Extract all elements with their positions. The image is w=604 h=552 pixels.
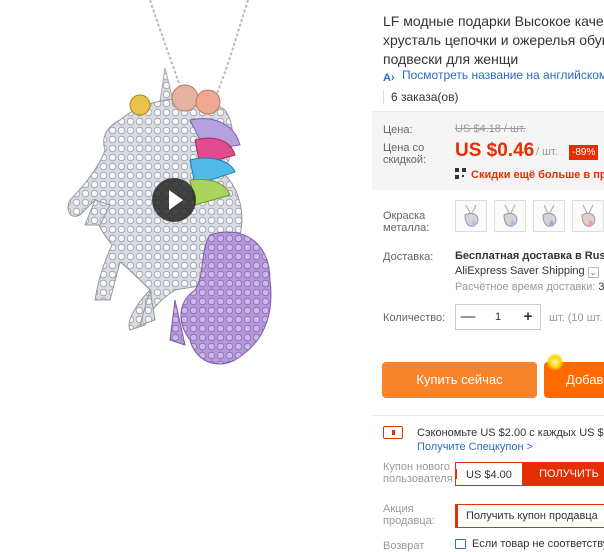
shipping-label: Доставка: xyxy=(383,251,434,263)
new-user-coupon-label: Купон нового пользователя xyxy=(383,461,453,485)
get-coupon-button[interactable]: ПОЛУЧИТЬ xyxy=(522,463,604,485)
divider xyxy=(372,415,604,416)
delivery-estimate-value: 34 xyxy=(598,281,604,293)
return-icon xyxy=(455,539,466,549)
quantity-decrease-button[interactable]: — xyxy=(456,305,480,329)
price-label: Цена: xyxy=(383,124,413,136)
new-user-coupon: US $4.00 ПОЛУЧИТЬ xyxy=(455,462,604,486)
shipping-destination: Бесплатная доставка в Russi xyxy=(455,250,604,262)
buy-now-button[interactable]: Купить сейчас xyxy=(382,362,537,398)
coupon-savings-text: Сэкономьте US $2.00 с каждых US $15. xyxy=(417,427,604,439)
price-box: Цена: US $4.18 / шт. Цена со скидкой: US… xyxy=(372,111,604,190)
unicorn-pendant-illustration xyxy=(67,0,272,365)
discount-badge: -89% xyxy=(569,145,599,160)
quantity-increase-button[interactable]: + xyxy=(516,305,540,329)
price-unit: / шт. xyxy=(536,146,558,158)
product-image[interactable] xyxy=(0,0,370,552)
title-line: подвески для женщи xyxy=(383,51,519,67)
product-title: LF модные подарки Высокое качество хруст… xyxy=(383,12,604,69)
quantity-input[interactable] xyxy=(480,307,516,327)
translate-icon: A› xyxy=(383,72,395,84)
title-line: хрусталь цепочки и ожерелья обувь xyxy=(383,32,604,48)
metal-color-label: Окраска металла: xyxy=(383,210,430,234)
shipping-method[interactable]: AliExpress Saver Shipping ⌄ xyxy=(455,265,599,278)
discount-price-label: Цена со скидкой: xyxy=(383,142,427,166)
product-page: LF модные подарки Высокое качество хруст… xyxy=(0,0,604,552)
color-option-thumb[interactable] xyxy=(572,200,604,232)
delivery-estimate: Расчётное время доставки: 34 xyxy=(455,281,604,293)
shipping-method-label: AliExpress Saver Shipping xyxy=(455,265,585,277)
original-price: US $4.18 / шт. xyxy=(455,123,526,135)
translate-link[interactable]: A› Посмотреть название на английском xyxy=(383,68,604,84)
orders-count: 6 заказа(ов) xyxy=(383,90,458,104)
return-policy-text: Если товар не соответствует xyxy=(472,538,604,550)
coupon-amount: US $4.00 xyxy=(466,469,512,481)
coupon-icon xyxy=(383,426,403,439)
quantity-label: Количество: xyxy=(383,312,446,324)
seller-coupon-select[interactable]: Получить купон продавца⌄ xyxy=(455,504,604,528)
color-option-thumb[interactable] xyxy=(455,200,487,232)
play-icon[interactable] xyxy=(152,178,196,222)
quantity-stepper: — + xyxy=(455,304,541,330)
seller-promo-label: Акция продавца: xyxy=(383,503,435,527)
discounted-price: US $0.46 xyxy=(455,140,535,161)
chevron-down-icon[interactable]: ⌄ xyxy=(587,267,599,278)
return-label: Возврат xyxy=(383,540,425,552)
title-line: LF модные подарки Высокое качество xyxy=(383,13,604,29)
app-promo-link[interactable]: Скидки ещё больше в прил xyxy=(455,168,604,181)
quantity-note: шт. (10 шт. - xyxy=(549,312,604,324)
color-option-thumb[interactable] xyxy=(494,200,526,232)
translate-link-label: Посмотреть название на английском xyxy=(402,68,604,82)
product-info-panel: LF модные подарки Высокое качество хруст… xyxy=(372,0,604,552)
get-special-coupon-link[interactable]: Получите Спецкупон > xyxy=(417,441,533,453)
delivery-estimate-label: Расчётное время доставки: xyxy=(455,281,596,293)
sparkle-icon xyxy=(546,353,564,371)
qr-code-icon xyxy=(455,168,466,179)
color-option-thumb[interactable] xyxy=(533,200,565,232)
app-promo-label: Скидки ещё больше в прил xyxy=(471,169,604,181)
seller-coupon-select-label: Получить купон продавца xyxy=(466,510,598,522)
